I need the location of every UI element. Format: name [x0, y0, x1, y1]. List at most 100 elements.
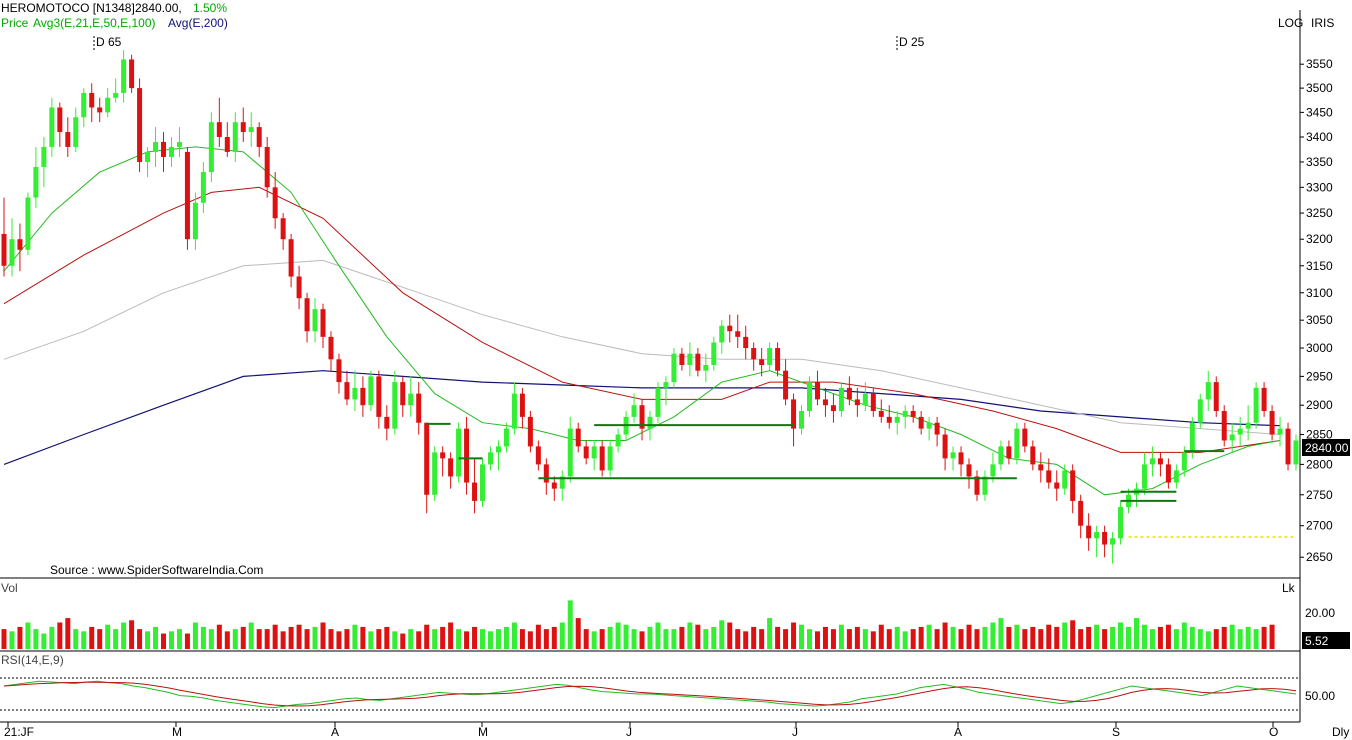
- volume-bar: [25, 622, 31, 649]
- candle-down: [1, 233, 7, 266]
- candle-down: [129, 59, 135, 89]
- volume-bar: [304, 629, 310, 649]
- volume-bar: [1014, 624, 1020, 649]
- candle-down: [1157, 458, 1163, 465]
- volume-bar: [527, 631, 533, 649]
- candle-down: [775, 348, 781, 371]
- rsi-panel: [0, 677, 1300, 711]
- volume-bar: [1046, 624, 1052, 649]
- candle-down: [400, 382, 406, 406]
- candle-down: [440, 452, 446, 459]
- candle-down: [17, 239, 23, 250]
- volume-bar: [1, 629, 7, 649]
- candle-up: [168, 146, 174, 157]
- candle-down: [519, 393, 525, 417]
- volume-bar: [886, 629, 892, 649]
- volume-bar: [408, 629, 414, 649]
- candle-up: [807, 382, 813, 412]
- volume-bar: [639, 631, 645, 649]
- candle-up: [113, 92, 119, 98]
- volume-bar: [838, 624, 844, 649]
- candle-up: [950, 452, 956, 459]
- volume-bar: [400, 633, 406, 649]
- volume-bar: [567, 600, 573, 649]
- candle-down: [336, 359, 342, 383]
- volume-bar: [495, 629, 501, 649]
- y-tick-label: 3000: [1306, 341, 1333, 355]
- volume-bar: [1126, 626, 1132, 649]
- volume-bar: [599, 629, 605, 649]
- candle-down: [1030, 446, 1036, 465]
- volume-bar: [655, 622, 661, 649]
- log-button[interactable]: LOG: [1278, 16, 1303, 30]
- volume-bar: [1253, 629, 1259, 649]
- y-tick-label: 2900: [1306, 398, 1333, 412]
- candle-up: [153, 141, 159, 152]
- volume-bar: [224, 631, 230, 649]
- price-tag: 2840.00: [1305, 441, 1349, 455]
- candle-up: [408, 393, 414, 406]
- volume-bar: [1189, 626, 1195, 649]
- candle-down: [918, 416, 924, 429]
- volume-bar: [1149, 629, 1155, 649]
- volume-bar: [57, 622, 63, 649]
- volume-bar: [1269, 624, 1275, 649]
- volume-bar: [519, 629, 525, 649]
- candle-down: [1086, 525, 1092, 539]
- volume-bar: [543, 629, 549, 649]
- candle-up: [838, 387, 844, 412]
- volume-bar: [663, 629, 669, 649]
- candle-down: [280, 218, 286, 240]
- candle-down: [416, 393, 422, 423]
- volume-bar: [775, 626, 781, 649]
- candle-down: [966, 464, 972, 477]
- volume-bar: [950, 626, 956, 649]
- candle-down: [695, 353, 701, 371]
- volume-bar: [168, 631, 174, 649]
- volume-bar: [1094, 624, 1100, 649]
- volume-bar: [352, 624, 358, 649]
- x-axis-labels: 21:JF M A M J J A S O: [4, 722, 1278, 739]
- volume-bar: [89, 626, 95, 649]
- candle-down: [1070, 470, 1076, 501]
- candle-down: [814, 382, 820, 400]
- candle-up: [663, 382, 669, 388]
- candle-up: [799, 411, 805, 429]
- volume-bar: [1133, 618, 1139, 649]
- candle-up: [200, 172, 206, 203]
- overlay-avg-label: Avg(E,200): [168, 16, 228, 30]
- volume-bar: [121, 622, 127, 649]
- candle-up: [1245, 422, 1251, 429]
- volume-bar: [862, 629, 868, 649]
- candle-down: [1269, 411, 1275, 435]
- volume-bar: [336, 631, 342, 649]
- candle-up: [1277, 428, 1283, 435]
- volume-bar: [591, 631, 597, 649]
- volume-bar: [982, 626, 988, 649]
- y-tick-label: 3350: [1306, 155, 1333, 169]
- volume-bar: [854, 626, 860, 649]
- support-lines: [426, 422, 1296, 538]
- volume-tag: 5.52: [1305, 634, 1329, 648]
- candle-down: [830, 405, 836, 412]
- volume-bar: [296, 624, 302, 649]
- candle-down: [1261, 387, 1267, 412]
- candle-up: [1229, 434, 1235, 441]
- volume-bar: [1213, 629, 1219, 649]
- volume-bar: [926, 624, 932, 649]
- candle-down: [320, 309, 326, 337]
- volume-bar: [376, 629, 382, 649]
- volume-bar: [1054, 626, 1060, 649]
- volume-bar: [65, 618, 71, 649]
- candle-down: [599, 446, 605, 471]
- candle-down: [751, 348, 757, 360]
- volume-bar: [743, 631, 749, 649]
- candle-down: [551, 482, 557, 489]
- volume-bar: [615, 622, 621, 649]
- candle-down: [1221, 411, 1227, 441]
- y-tick-label: 3450: [1306, 105, 1333, 119]
- volume-bar: [416, 631, 422, 649]
- candle-up: [671, 353, 677, 383]
- iris-button[interactable]: IRIS: [1311, 16, 1334, 30]
- volume-bar: [759, 629, 765, 649]
